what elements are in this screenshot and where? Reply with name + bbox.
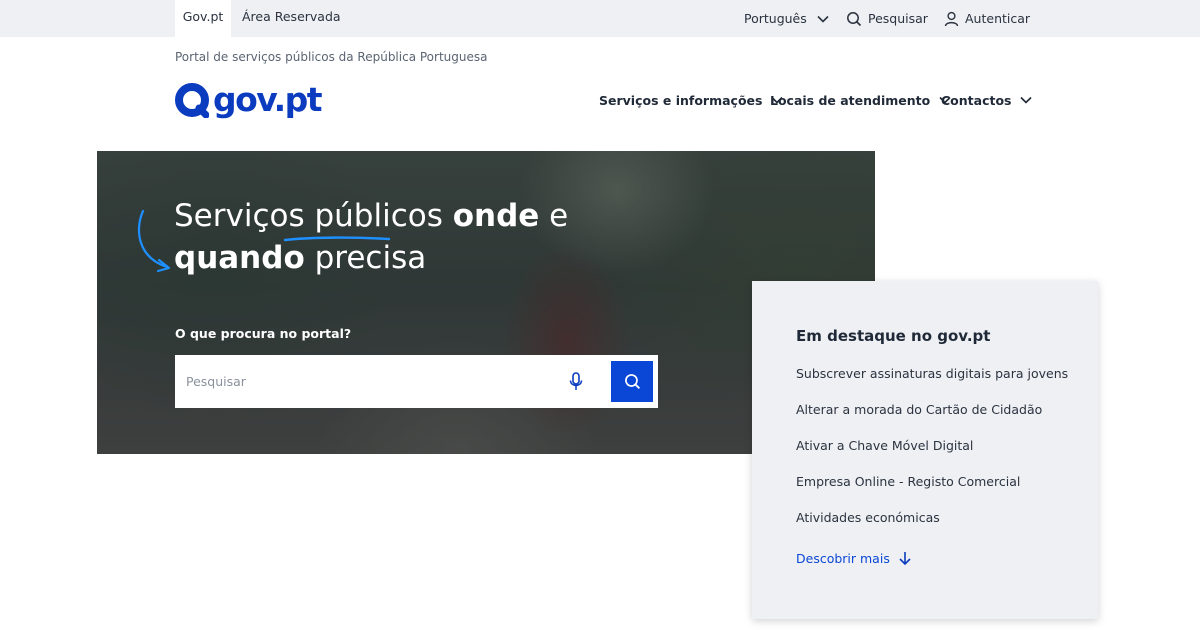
nav-label: Serviços e informações xyxy=(599,92,763,108)
search-input[interactable] xyxy=(175,355,555,408)
search-icon xyxy=(847,11,862,26)
featured-link[interactable]: Atividades económicas xyxy=(796,510,1068,546)
portal-subtitle: Portal de serviços públicos da República… xyxy=(175,50,488,64)
nav-servicos-informacoes[interactable]: Serviços e informações xyxy=(599,88,784,112)
featured-list: Subscrever assinaturas digitais para jov… xyxy=(796,366,1068,546)
search-icon xyxy=(624,374,640,390)
logo-text: gov.pt xyxy=(213,80,323,119)
featured-title: Em destaque no gov.pt xyxy=(796,327,991,345)
hero-title-part: Serviços públicos xyxy=(174,198,453,234)
govpt-logo[interactable]: gov.pt xyxy=(175,80,323,119)
chevron-down-icon xyxy=(817,15,829,23)
search-question: O que procura no portal? xyxy=(175,326,352,341)
microphone-icon[interactable] xyxy=(569,372,583,391)
top-utility-bar: Gov.pt Área Reservada Português Pesquisa… xyxy=(0,0,1200,37)
discover-more-label: Descobrir mais xyxy=(796,551,890,566)
hero-underline-stroke xyxy=(283,236,391,242)
arrow-down-icon xyxy=(899,552,911,566)
tab-area-reservada[interactable]: Área Reservada xyxy=(242,0,341,37)
featured-link[interactable]: Alterar a morada do Cartão de Cidadão xyxy=(796,402,1068,438)
hero-title-part: e xyxy=(539,198,569,234)
featured-link[interactable]: Subscrever assinaturas digitais para jov… xyxy=(796,366,1068,402)
featured-link[interactable]: Ativar a Chave Móvel Digital xyxy=(796,438,1068,474)
search-button[interactable] xyxy=(611,361,653,402)
user-icon xyxy=(944,11,959,26)
curved-arrow-icon xyxy=(137,209,171,273)
hero-title-bold: onde xyxy=(452,198,540,234)
tab-govpt[interactable]: Gov.pt xyxy=(175,0,231,37)
authenticate-link[interactable]: Autenticar xyxy=(944,0,1030,37)
top-search-link[interactable]: Pesquisar xyxy=(846,0,928,37)
hero-title-bold: quando xyxy=(174,240,305,276)
logo-mark-icon xyxy=(175,83,209,118)
hero-title-part: precisa xyxy=(304,240,427,276)
language-selector[interactable]: Português xyxy=(744,0,830,37)
hero-search-box xyxy=(175,355,658,408)
featured-link[interactable]: Empresa Online - Registo Comercial xyxy=(796,474,1068,510)
discover-more-link[interactable]: Descobrir mais xyxy=(796,551,912,566)
nav-locais-atendimento[interactable]: Locais de atendimento xyxy=(770,88,952,112)
top-search-label: Pesquisar xyxy=(868,11,928,26)
nav-label: Locais de atendimento xyxy=(770,92,931,108)
nav-contactos[interactable]: Contactos xyxy=(941,88,1033,112)
authenticate-label: Autenticar xyxy=(965,11,1031,26)
chevron-down-icon xyxy=(1020,96,1033,104)
language-label: Português xyxy=(744,11,807,26)
featured-card: Em destaque no gov.pt Subscrever assinat… xyxy=(752,281,1098,619)
nav-label: Contactos xyxy=(941,92,1012,108)
